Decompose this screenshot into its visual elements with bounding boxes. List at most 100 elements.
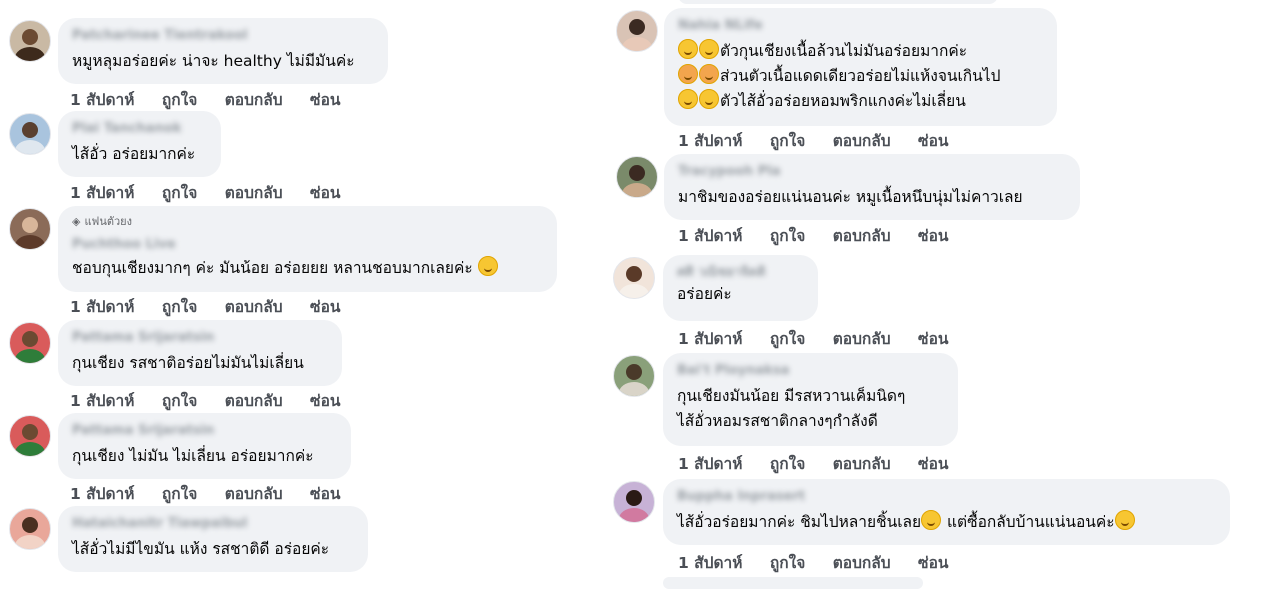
- comment-actions: 1 สัปดาห์ ถูกใจ ตอบกลับ ซ่อน: [678, 326, 970, 351]
- hide-button[interactable]: ซ่อน: [310, 485, 340, 503]
- smiling-face-emoji-icon: [477, 256, 498, 276]
- previous-comment-bubble-edge: [678, 0, 998, 4]
- reply-button[interactable]: ตอบกลับ: [225, 91, 283, 109]
- comment-text: กุนเชียงมันน้อย มีรสหวานเค็มนิดๆ: [677, 387, 906, 405]
- comment-bubble: Buppha Inprasert ไส้อั่วอร่อยมากค่ะ ชิมไ…: [663, 479, 1230, 545]
- like-button[interactable]: ถูกใจ: [770, 330, 805, 348]
- diamond-icon: ◈: [72, 214, 81, 228]
- reply-button[interactable]: ตอบกลับ: [833, 554, 891, 572]
- commenter-name[interactable]: Tracypooh Pla: [678, 164, 781, 181]
- comment-bubble: ◈ แฟนตัวยง Puchthoo Live ชอบกุนเชียงมากๆ…: [58, 206, 557, 292]
- like-button[interactable]: ถูกใจ: [162, 298, 197, 316]
- comment-bubble: Pattama Srijaratsin กุนเชียง รสชาติอร่อย…: [58, 320, 342, 386]
- next-comment-bubble-edge: [663, 577, 923, 589]
- reply-button[interactable]: ตอบกลับ: [225, 392, 283, 410]
- comment-actions: 1 สัปดาห์ ถูกใจ ตอบกลับ ซ่อน: [678, 550, 970, 575]
- comment-time[interactable]: 1 สัปดาห์: [70, 298, 134, 316]
- kissing-face-emoji-icon: [678, 39, 698, 59]
- comment-bubble: Hataichanitr Tiawpaibul ไส้อั่วไม่มีไขมั…: [58, 506, 368, 572]
- comment-bubble: Tracypooh Pla มาชิมของอร่อยแน่นอนค่ะ หมู…: [664, 154, 1080, 220]
- avatar[interactable]: [616, 156, 658, 198]
- comment-actions: 1 สัปดาห์ ถูกใจ ตอบกลับ ซ่อน: [70, 481, 362, 506]
- reply-button[interactable]: ตอบกลับ: [833, 330, 891, 348]
- hide-button[interactable]: ซ่อน: [918, 455, 948, 473]
- avatar[interactable]: [9, 208, 51, 250]
- reply-button[interactable]: ตอบกลับ: [833, 455, 891, 473]
- commenter-name[interactable]: Buppha Inprasert: [677, 489, 805, 506]
- like-button[interactable]: ถูกใจ: [770, 227, 805, 245]
- commenter-name[interactable]: Patcharinee Tientrakool: [72, 28, 248, 45]
- like-button[interactable]: ถูกใจ: [770, 132, 805, 150]
- avatar[interactable]: [9, 508, 51, 550]
- commenter-name[interactable]: Nahia NLife: [678, 18, 763, 35]
- like-button[interactable]: ถูกใจ: [162, 184, 197, 202]
- comment-time[interactable]: 1 สัปดาห์: [678, 455, 742, 473]
- smiling-hearts-emoji-icon: [678, 64, 698, 84]
- commenter-name[interactable]: ศศิ วณิชยาจิตติ: [677, 261, 766, 280]
- like-button[interactable]: ถูกใจ: [162, 91, 197, 109]
- avatar[interactable]: [613, 355, 655, 397]
- comment-text: ไส้อั่วหอมรสชาติกลางๆกำลังดี: [677, 412, 878, 430]
- comment-actions: 1 สัปดาห์ ถูกใจ ตอบกลับ ซ่อน: [70, 180, 362, 205]
- commenter-name[interactable]: Hataichanitr Tiawpaibul: [72, 516, 247, 533]
- comment-time[interactable]: 1 สัปดาห์: [70, 184, 134, 202]
- rolling-laughing-emoji-icon: [921, 510, 942, 530]
- hide-button[interactable]: ซ่อน: [918, 554, 948, 572]
- reply-button[interactable]: ตอบกลับ: [225, 298, 283, 316]
- hide-button[interactable]: ซ่อน: [310, 392, 340, 410]
- reply-button[interactable]: ตอบกลับ: [833, 132, 891, 150]
- comment-actions: 1 สัปดาห์ ถูกใจ ตอบกลับ ซ่อน: [678, 223, 970, 248]
- comment-text: ไส้อั่วไม่มีไขมัน แห้ง รสชาติดี อร่อยค่ะ: [72, 540, 330, 558]
- hide-button[interactable]: ซ่อน: [310, 298, 340, 316]
- comment-text: ไส้อั่วอร่อยมากค่ะ ชิมไปหลายชิ้นเลย แต่ซ…: [677, 510, 1216, 535]
- hide-button[interactable]: ซ่อน: [918, 227, 948, 245]
- comment-actions: 1 สัปดาห์ ถูกใจ ตอบกลับ ซ่อน: [678, 451, 970, 476]
- comment-time[interactable]: 1 สัปดาห์: [678, 227, 742, 245]
- commenter-name[interactable]: Pattama Srijaratsin: [72, 330, 214, 347]
- commenter-name[interactable]: Puchthoo Live: [72, 237, 176, 254]
- avatar[interactable]: [9, 415, 51, 457]
- avatar[interactable]: [9, 20, 51, 62]
- comment-time[interactable]: 1 สัปดาห์: [70, 485, 134, 503]
- comment-text: ส่วนตัวเนื้อแดดเดียวอร่อยไม่แห้งจนเกินไป: [678, 64, 1043, 89]
- comment-text: ตัวไส้อั่วอร่อยหอมพริกแกงค่ะไม่เลี่ยน: [678, 89, 1043, 114]
- top-fan-badge: ◈ แฟนตัวยง: [72, 212, 543, 230]
- reply-button[interactable]: ตอบกลับ: [225, 485, 283, 503]
- like-button[interactable]: ถูกใจ: [770, 554, 805, 572]
- comment-text: หมูหลุมอร่อยค่ะ น่าจะ healthy ไม่มีมันค่…: [72, 52, 355, 70]
- commenter-name[interactable]: Plai Tanchanok: [72, 121, 182, 138]
- hide-button[interactable]: ซ่อน: [918, 132, 948, 150]
- commenter-name[interactable]: Bai't Ploynaksa: [677, 363, 789, 380]
- comment-actions: 1 สัปดาห์ ถูกใจ ตอบกลับ ซ่อน: [70, 294, 362, 319]
- hide-button[interactable]: ซ่อน: [918, 330, 948, 348]
- comment-time[interactable]: 1 สัปดาห์: [70, 91, 134, 109]
- avatar[interactable]: [9, 322, 51, 364]
- comment-text: ไส้อั่ว อร่อยมากค่ะ: [72, 145, 196, 163]
- comment-time[interactable]: 1 สัปดาห์: [678, 554, 742, 572]
- avatar[interactable]: [613, 257, 655, 299]
- comment-time[interactable]: 1 สัปดาห์: [678, 132, 742, 150]
- reply-button[interactable]: ตอบกลับ: [833, 227, 891, 245]
- comment-time[interactable]: 1 สัปดาห์: [678, 330, 742, 348]
- comment-text: ชอบกุนเชียงมากๆ ค่ะ มันน้อย อร่อยยย หลาน…: [72, 256, 543, 281]
- comment-bubble: Pattama Srijaratsin กุนเชียง ไม่มัน ไม่เ…: [58, 413, 351, 479]
- avatar[interactable]: [9, 113, 51, 155]
- comment-text: มาชิมของอร่อยแน่นอนค่ะ หมูเนื้อหนึบนุ่มไ…: [678, 188, 1023, 206]
- hide-button[interactable]: ซ่อน: [310, 91, 340, 109]
- comment-text: ตัวกุนเชียงเนื้อล้วนไม่มันอร่อยมากค่ะ: [678, 39, 1043, 64]
- reply-button[interactable]: ตอบกลับ: [225, 184, 283, 202]
- like-button[interactable]: ถูกใจ: [770, 455, 805, 473]
- avatar[interactable]: [616, 10, 658, 52]
- like-button[interactable]: ถูกใจ: [162, 392, 197, 410]
- comment-actions: 1 สัปดาห์ ถูกใจ ตอบกลับ ซ่อน: [678, 128, 970, 153]
- hide-button[interactable]: ซ่อน: [310, 184, 340, 202]
- avatar[interactable]: [613, 481, 655, 523]
- comment-bubble: ศศิ วณิชยาจิตติ อร่อยค่ะ: [663, 255, 818, 321]
- kissing-face-emoji-icon: [699, 39, 719, 59]
- smiling-face-emoji-icon: [699, 89, 719, 109]
- commenter-name[interactable]: Pattama Srijaratsin: [72, 423, 214, 440]
- comment-time[interactable]: 1 สัปดาห์: [70, 392, 134, 410]
- comment-bubble: Bai't Ploynaksa กุนเชียงมันน้อย มีรสหวาน…: [663, 353, 958, 446]
- like-button[interactable]: ถูกใจ: [162, 485, 197, 503]
- comment-actions: 1 สัปดาห์ ถูกใจ ตอบกลับ ซ่อน: [70, 388, 362, 413]
